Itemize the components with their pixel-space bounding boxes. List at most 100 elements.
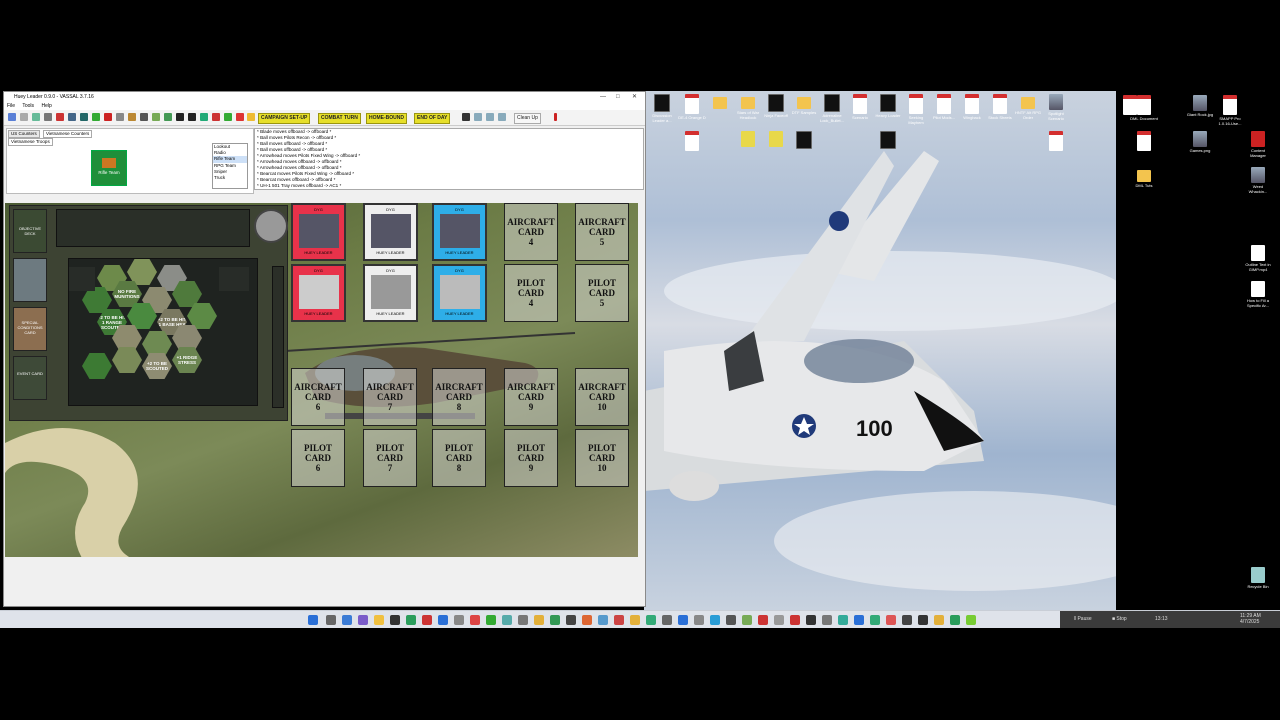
- counter-icon[interactable]: [56, 113, 64, 121]
- log-icon[interactable]: [44, 113, 52, 121]
- desktop-icon[interactable]: Adrenaline Lock_Bullet...: [818, 94, 846, 123]
- hex-tile[interactable]: +2 TO BE SCOUTED: [142, 353, 172, 379]
- tool-icon[interactable]: [116, 113, 124, 121]
- window-icon[interactable]: [188, 113, 196, 121]
- taskbar-app-icon[interactable]: [390, 615, 400, 625]
- close-icon[interactable]: ✕: [632, 92, 637, 102]
- taskbar-app-icon[interactable]: [710, 615, 720, 625]
- menu-file[interactable]: File: [7, 103, 15, 109]
- desktop-icon[interactable]: Wingback: [958, 94, 986, 120]
- taskbar-app-icon[interactable]: [454, 615, 464, 625]
- desktop-icon[interactable]: Weed Whackin...: [1244, 167, 1272, 194]
- placed-aircraft-card[interactable]: DYG HUEY LEADER: [291, 203, 346, 261]
- placed-aircraft-card[interactable]: DYG HUEY LEADER: [363, 203, 418, 261]
- taskbar-app-icon[interactable]: [422, 615, 432, 625]
- desktop-icon[interactable]: [874, 131, 902, 150]
- desktop-icon[interactable]: Pilot Mods...: [930, 94, 958, 120]
- desktop-icon[interactable]: DTF Samples: [790, 94, 818, 115]
- taskbar-app-icon[interactable]: [646, 615, 656, 625]
- taskbar-app-icon[interactable]: [374, 615, 384, 625]
- hex-tile[interactable]: [82, 353, 112, 379]
- recon-card[interactable]: [13, 258, 47, 302]
- taskbar-app-icon[interactable]: [502, 615, 512, 625]
- red-icon[interactable]: [212, 113, 220, 121]
- chat-log[interactable]: * Blade moves offboard -> offboard * * B…: [254, 128, 644, 190]
- desktop-icon[interactable]: Ninja Faceoff: [762, 94, 790, 118]
- draw-pile[interactable]: [69, 267, 95, 291]
- taskbar-app-icon[interactable]: [534, 615, 544, 625]
- desktop-icon[interactable]: HNTF Alt RPG Order: [1014, 94, 1042, 120]
- placed-aircraft-card[interactable]: DYG HUEY LEADER: [432, 203, 487, 261]
- pilot-card-slot[interactable]: PILOT CARD 6: [291, 429, 345, 487]
- dial-icon[interactable]: [254, 209, 288, 243]
- desktop-icon[interactable]: [678, 131, 706, 152]
- taskbar-app-icon[interactable]: [630, 615, 640, 625]
- pilot-icon[interactable]: [92, 113, 100, 121]
- map-icon[interactable]: [68, 113, 76, 121]
- taskbar-app-icon[interactable]: [870, 615, 880, 625]
- desktop-icon[interactable]: [790, 131, 818, 150]
- pilot-card-slot[interactable]: PILOT CARD 4: [504, 264, 558, 322]
- zoom-out-icon[interactable]: [498, 113, 506, 121]
- desktop-icon[interactable]: Stock Sheets: [986, 94, 1014, 120]
- taskbar-app-icon[interactable]: [518, 615, 528, 625]
- hex-tile[interactable]: [112, 347, 142, 373]
- taskbar-app-icon[interactable]: [342, 615, 352, 625]
- campaign-setup-button[interactable]: CAMPAIGN SET-UP: [258, 113, 311, 124]
- aircraft-card-slot[interactable]: AIRCRAFT CARD 9: [504, 368, 558, 426]
- stop-button[interactable]: ■ Stop: [1112, 616, 1127, 622]
- taskbar-app-icon[interactable]: [886, 615, 896, 625]
- taskbar-app-icon[interactable]: [742, 615, 752, 625]
- taskbar-app-icon[interactable]: [854, 615, 864, 625]
- taskbar-app-icon[interactable]: [550, 615, 560, 625]
- undo-icon[interactable]: [8, 113, 16, 121]
- pilot-card-slot[interactable]: PILOT CARD 8: [432, 429, 486, 487]
- deck-icon[interactable]: [80, 113, 88, 121]
- flag-icon[interactable]: [554, 113, 557, 121]
- zoom-in-icon[interactable]: [474, 113, 482, 121]
- green-icon[interactable]: [200, 113, 208, 121]
- placed-pilot-card[interactable]: DYG HUEY LEADER: [432, 264, 487, 322]
- recycle-bin-icon[interactable]: Recycle Bin: [1244, 567, 1272, 589]
- taskbar-app-icon[interactable]: [774, 615, 784, 625]
- taskbar-app-icon[interactable]: [598, 615, 608, 625]
- zoom-icon[interactable]: [486, 113, 494, 121]
- placed-pilot-card[interactable]: DYG HUEY LEADER: [291, 264, 346, 322]
- search-icon[interactable]: [326, 615, 336, 625]
- taskbar-app-icon[interactable]: [950, 615, 960, 625]
- desktop-icon[interactable]: DML Document: [1130, 95, 1158, 121]
- troop-icon[interactable]: [164, 113, 172, 121]
- game-map[interactable]: OBJECTIVE DECK SPECIAL CONDITIONS CARD E…: [5, 203, 638, 557]
- taskbar-app-icon[interactable]: [726, 615, 736, 625]
- taskbar-app-icon[interactable]: [918, 615, 928, 625]
- taskbar-app-icon[interactable]: [582, 615, 592, 625]
- placed-pilot-card[interactable]: DYG HUEY LEADER: [363, 264, 418, 322]
- start-icon[interactable]: [308, 615, 318, 625]
- taskbar-app-icon[interactable]: [406, 615, 416, 625]
- taskbar-app-icon[interactable]: [438, 615, 448, 625]
- list-item[interactable]: Truck: [213, 175, 247, 181]
- piece-list[interactable]: Lookout Radio Rifle Team RPG Team Sniper…: [212, 143, 248, 189]
- desktop-icon[interactable]: DML Tuts: [1130, 167, 1158, 188]
- check-icon[interactable]: [224, 113, 232, 121]
- end-of-day-button[interactable]: END OF DAY: [414, 113, 451, 124]
- taskbar-app-icon[interactable]: [806, 615, 816, 625]
- taskbar-app-icon[interactable]: [902, 615, 912, 625]
- aircraft-card-slot[interactable]: AIRCRAFT CARD 10: [575, 368, 629, 426]
- window-icon[interactable]: [176, 113, 184, 121]
- desktop-icon[interactable]: Spotlight Scenario: [1042, 94, 1070, 121]
- terrain-icon[interactable]: [152, 113, 160, 121]
- dice-icon[interactable]: [128, 113, 136, 121]
- aircraft-card-slot[interactable]: AIRCRAFT CARD 4: [504, 203, 558, 261]
- taskbar-app-icon[interactable]: [758, 615, 768, 625]
- desktop-icon[interactable]: [1042, 131, 1070, 152]
- desktop-icon[interactable]: [762, 131, 790, 148]
- aircraft-card-slot[interactable]: AIRCRAFT CARD 6: [291, 368, 345, 426]
- desktop-icon[interactable]: Discussion Leader a...: [648, 94, 676, 123]
- desktop-icon[interactable]: How to Fill a Specific Ar...: [1244, 281, 1272, 308]
- desktop-icon[interactable]: Games.png: [1186, 131, 1214, 153]
- desktop-icon[interactable]: [706, 94, 734, 110]
- taskbar-app-icon[interactable]: [486, 615, 496, 625]
- rifle-team-counter[interactable]: Rifle Team: [91, 150, 127, 186]
- taskbar-app-icon[interactable]: [934, 615, 944, 625]
